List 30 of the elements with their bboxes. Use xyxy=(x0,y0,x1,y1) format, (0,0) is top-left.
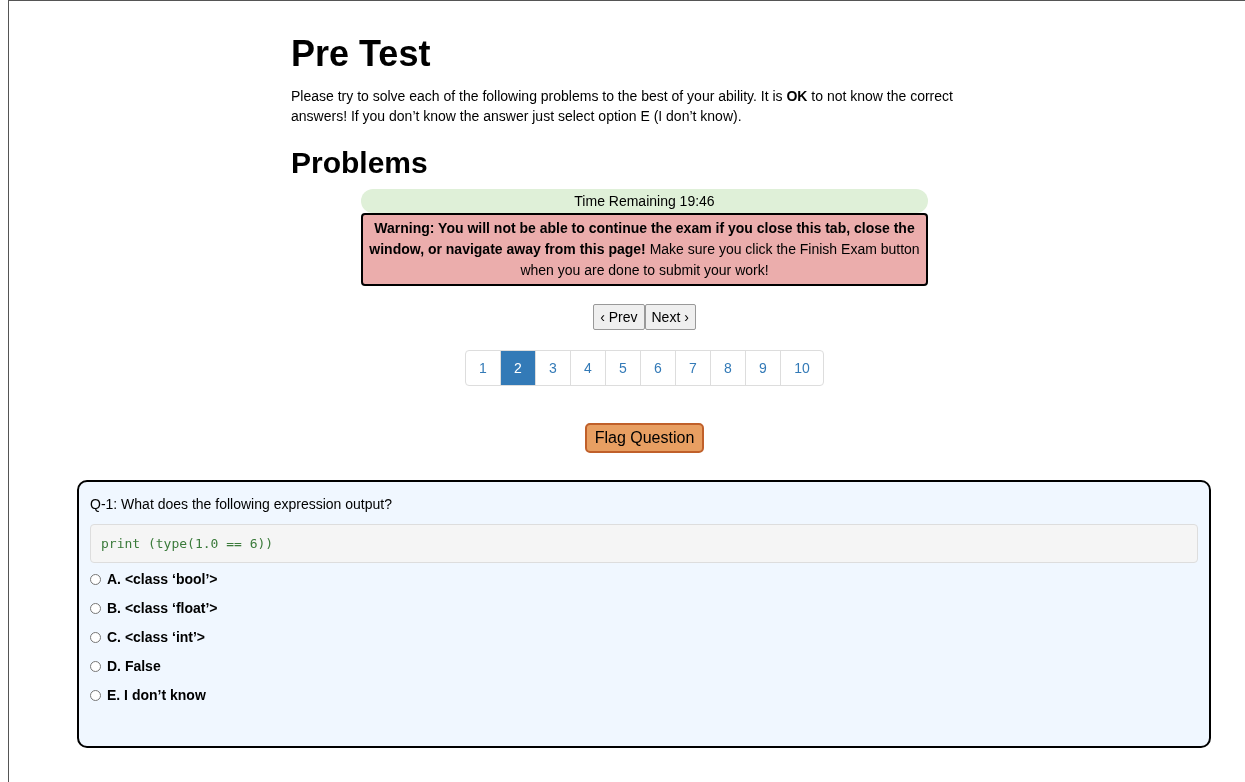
flag-question-button[interactable]: Flag Question xyxy=(584,422,705,453)
intro-paragraph: Please try to solve each of the following problems to the best of your ability. It is OK to not know the correct answers! If you don’t know the answer just select option E (I don’t know). xyxy=(291,86,954,126)
page-link[interactable]: 5 xyxy=(605,350,640,385)
option-label: E. I don’t know xyxy=(107,687,206,704)
timer-bar: Time Remaining 19:46 xyxy=(361,188,928,213)
warning-message: Warning: You will not be able to continue the exam if you close this tab, close the window, or navigate away from this page! Make sure you click the Finish Exam button when you are done to submit your work! xyxy=(361,212,928,286)
nav-button[interactable]: Next › xyxy=(644,303,696,330)
page-link[interactable]: 6 xyxy=(640,350,675,385)
section-title: Problems xyxy=(291,145,429,179)
option-label: C. <class ‘int’> xyxy=(107,629,206,646)
page-link[interactable]: 7 xyxy=(675,350,710,385)
page-link[interactable]: 1 xyxy=(466,350,500,385)
page-link[interactable]: 10 xyxy=(780,350,823,385)
radio-button[interactable] xyxy=(90,660,101,672)
page-link[interactable]: 2 xyxy=(500,350,535,385)
option-label: B. <class ‘float’> xyxy=(107,600,218,617)
page-link[interactable]: 9 xyxy=(745,350,780,385)
page-link[interactable]: 8 xyxy=(710,350,745,385)
radio-button[interactable] xyxy=(90,602,101,614)
nav-button[interactable]: ‹ Prev xyxy=(593,303,645,330)
option-label: D. False xyxy=(107,658,161,675)
page-link[interactable]: 3 xyxy=(535,350,570,385)
page-link[interactable]: 4 xyxy=(570,350,605,385)
radio-button[interactable] xyxy=(90,631,101,643)
option-label: A. <class ‘bool’> xyxy=(107,571,218,588)
radio-button[interactable] xyxy=(90,573,101,585)
page-title: Pre Test xyxy=(291,34,432,74)
code-block: print (type(1.0 == 6)) xyxy=(90,523,1198,563)
question-prompt: Q-1: What does the following expression output? xyxy=(90,495,393,512)
radio-button[interactable] xyxy=(90,689,101,701)
